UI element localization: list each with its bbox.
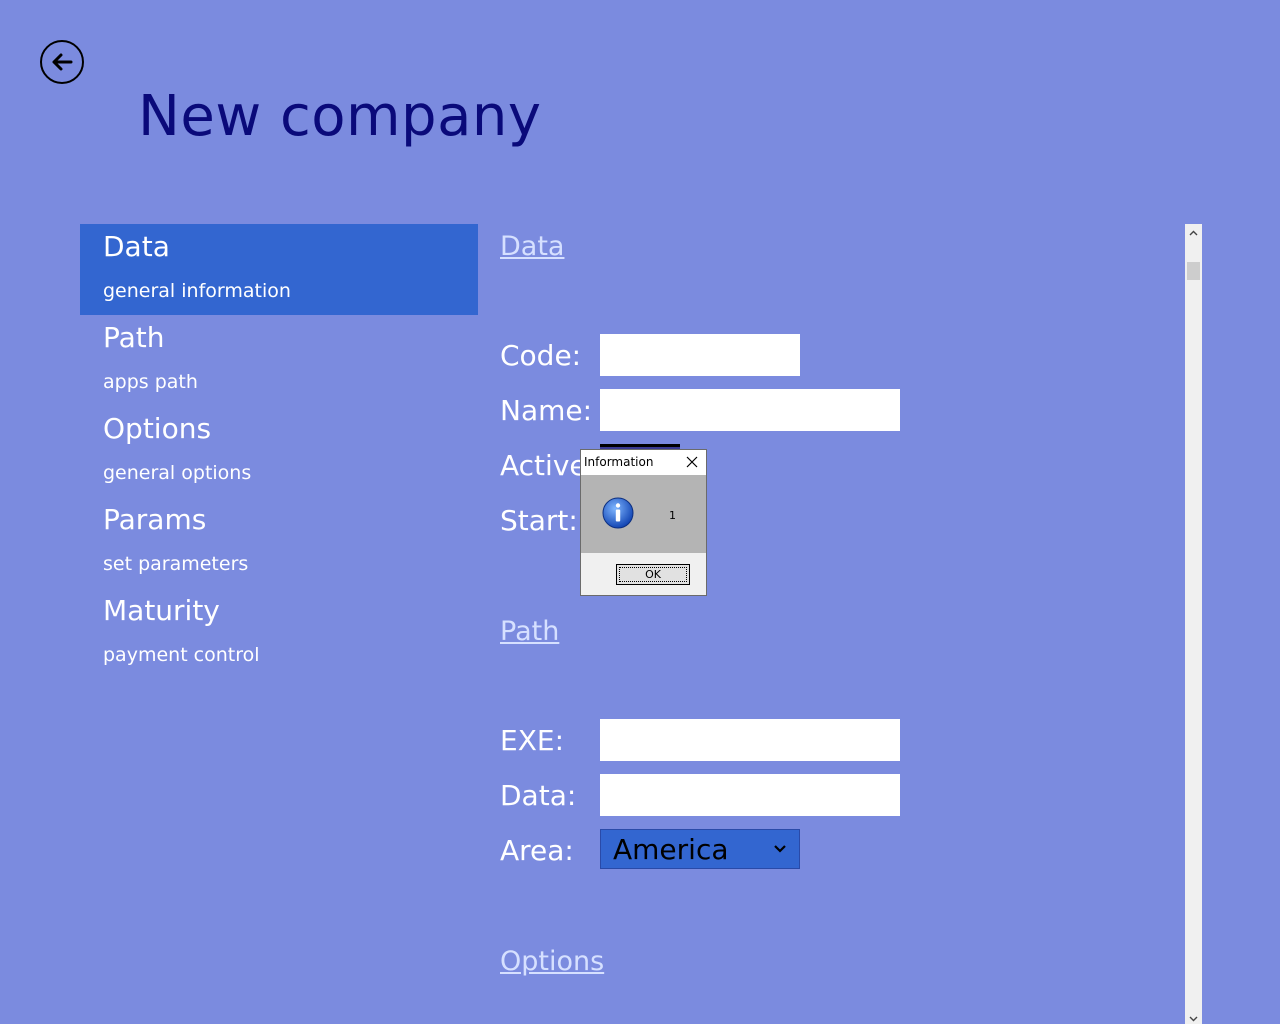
info-icon [602,497,634,529]
code-field[interactable] [600,334,800,376]
back-button[interactable] [40,40,84,84]
section-heading-data[interactable]: Data [500,231,564,262]
scroll-thumb[interactable] [1187,262,1200,280]
nav-item-title: Maturity [103,594,220,627]
nav-item-title: Options [103,412,212,445]
vertical-scrollbar[interactable] [1185,224,1202,1024]
dialog-message: 1 [669,509,676,522]
nav-item-title: Path [103,321,165,354]
nav-item-title: Params [103,503,207,536]
information-dialog: Information 1 OK [580,449,707,596]
scroll-up-button[interactable] [1185,224,1202,241]
code-label: Code: [500,339,582,372]
chevron-down-icon [1189,1016,1198,1022]
name-field[interactable] [600,389,900,431]
dialog-title: Information [584,455,654,469]
form-content: Data Code: Name: Active Start: Path EXE:… [500,224,1180,1024]
chevron-down-icon [774,845,786,853]
close-icon[interactable] [686,456,698,468]
area-label: Area: [500,834,574,867]
start-label: Start: [500,504,578,537]
dialog-body: 1 [581,475,706,553]
active-label: Active [500,449,587,482]
page-title: New company [138,84,542,149]
dialog-titlebar[interactable]: Information [581,450,706,475]
nav-item-subtitle: payment control [103,644,260,666]
name-label: Name: [500,394,593,427]
section-nav: Data general information Path apps path … [80,224,478,679]
chevron-up-icon [1189,230,1198,235]
ok-button[interactable]: OK [616,564,690,585]
nav-item-options[interactable]: Options general options [80,406,478,497]
area-select[interactable]: America [600,829,800,869]
section-heading-path[interactable]: Path [500,616,559,647]
nav-item-data[interactable]: Data general information [80,224,478,315]
scroll-down-button[interactable] [1185,1016,1202,1024]
nav-item-subtitle: general information [103,280,291,302]
exe-label: EXE: [500,724,564,757]
data-path-field[interactable] [600,774,900,816]
nav-item-maturity[interactable]: Maturity payment control [80,588,478,679]
area-select-value: America [613,832,729,866]
nav-item-subtitle: general options [103,462,252,484]
nav-item-subtitle: apps path [103,371,198,393]
nav-item-subtitle: set parameters [103,553,249,575]
nav-item-params[interactable]: Params set parameters [80,497,478,588]
nav-item-path[interactable]: Path apps path [80,315,478,406]
exe-path-field[interactable] [600,719,900,761]
section-heading-options[interactable]: Options [500,946,604,977]
nav-item-title: Data [103,230,170,263]
back-arrow-icon [52,53,73,71]
data-label: Data: [500,779,577,812]
